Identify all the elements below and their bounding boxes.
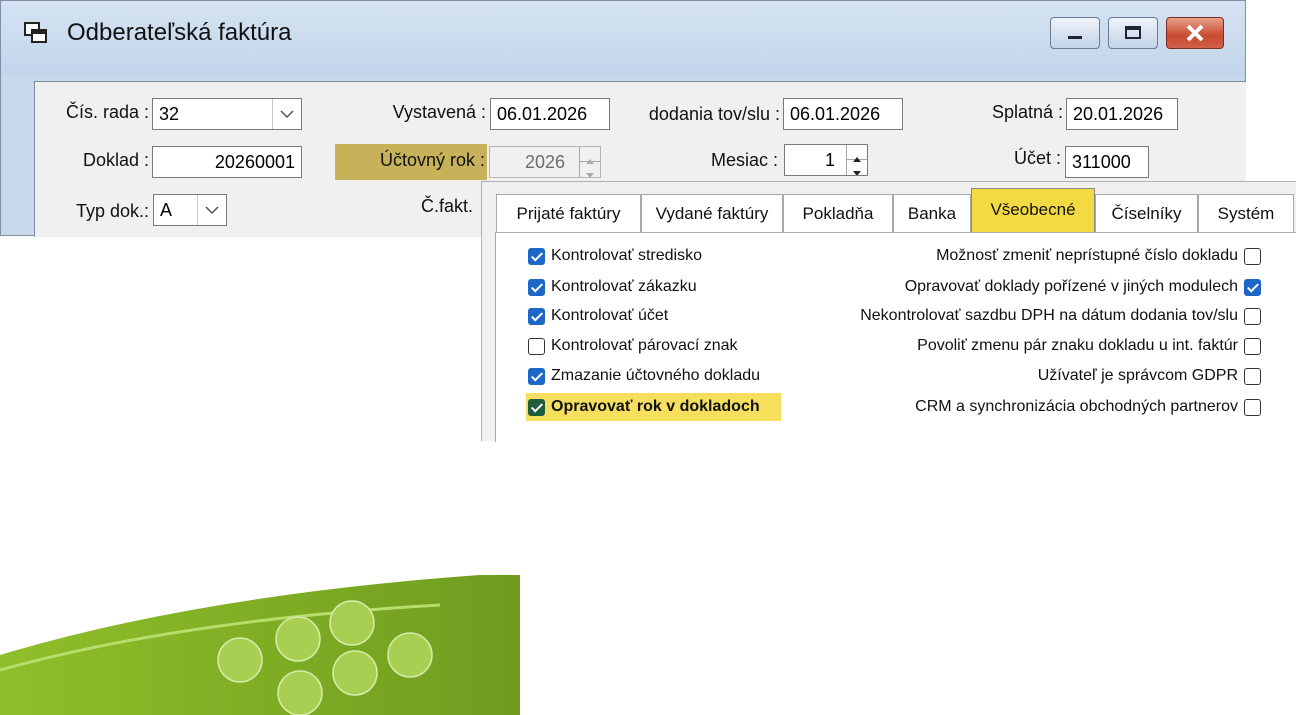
- tab-vseobecne[interactable]: Všeobecné: [971, 188, 1095, 233]
- typ-dok-label: Typ dok.:: [75, 201, 149, 221]
- spinner-arrows-icon[interactable]: [846, 145, 867, 175]
- typ-dok-select[interactable]: A: [153, 194, 227, 226]
- typ-dok-value: A: [160, 200, 173, 220]
- option-label: Opravovať rok v dokladoch: [551, 398, 760, 415]
- cis-rada-label: Čís. rada :: [65, 102, 149, 122]
- spinner-arrows-icon[interactable]: [579, 147, 600, 177]
- tab-prijate-faktury[interactable]: Prijaté faktúry: [496, 194, 641, 233]
- uctovny-rok-value: 2026: [524, 152, 566, 172]
- chevron-down-icon[interactable]: [272, 99, 301, 129]
- ucet-field[interactable]: 311000: [1065, 146, 1149, 178]
- checkbox-kontrolovat-stredisko[interactable]: [528, 248, 545, 265]
- close-button[interactable]: [1166, 17, 1224, 49]
- cis-rada-select[interactable]: 32: [152, 98, 302, 130]
- checkbox-zmenit-cislo-dokladu[interactable]: [1244, 248, 1261, 265]
- option-label: Kontrolovať párovací znak: [551, 337, 738, 354]
- checkbox-opravovat-doklady-jinych-modulech[interactable]: [1244, 279, 1261, 296]
- tab-pokladna[interactable]: Pokladňa: [783, 194, 893, 233]
- option-label: Kontrolovať účet: [551, 307, 669, 324]
- uctovny-rok-label: Účtovný rok :: [379, 150, 485, 170]
- dodania-field[interactable]: 06.01.2026: [783, 98, 903, 130]
- minimize-icon: [1068, 36, 1082, 39]
- vystavena-field[interactable]: 06.01.2026: [490, 98, 610, 130]
- maximize-icon: [1125, 26, 1141, 39]
- tab-vydane-faktury[interactable]: Vydané faktúry: [641, 194, 783, 233]
- splatna-field[interactable]: 20.01.2026: [1066, 98, 1178, 130]
- splatna-label: Splatná :: [991, 102, 1063, 122]
- checkbox-opravovat-rok[interactable]: [528, 399, 545, 416]
- checkbox-spravca-gdpr[interactable]: [1244, 368, 1261, 385]
- option-label: Opravovať doklady pořízené v jiných modu…: [904, 278, 1238, 295]
- checkbox-nekontrolovat-sadzbu-dph[interactable]: [1244, 308, 1261, 325]
- option-label: Možnosť zmeniť neprístupné číslo dokladu: [936, 247, 1238, 264]
- calculator-image: [0, 575, 520, 715]
- checkbox-povolit-zmenu-par-znaku[interactable]: [1244, 338, 1261, 355]
- option-label: Užívateľ je správcom GDPR: [1037, 367, 1238, 384]
- cis-rada-value: 32: [159, 104, 180, 124]
- option-label: Povoliť zmenu pár znaku dokladu u int. f…: [917, 337, 1238, 354]
- ucet-label: Účet :: [1013, 148, 1061, 168]
- close-icon: [1186, 24, 1204, 42]
- minimize-button[interactable]: [1050, 17, 1100, 49]
- checkbox-crm-synchronizacia[interactable]: [1244, 399, 1261, 416]
- maximize-button[interactable]: [1108, 17, 1158, 49]
- option-label: Kontrolovať stredisko: [551, 247, 702, 264]
- option-label: Kontrolovať zákazku: [551, 278, 697, 295]
- tab-ciselniky[interactable]: Číselníky: [1095, 194, 1198, 233]
- settings-dialog: Prijaté faktúry Vydané faktúry Pokladňa …: [481, 181, 1296, 442]
- option-label: CRM a synchronizácia obchodných partnero…: [915, 398, 1238, 415]
- chevron-down-icon[interactable]: [197, 195, 226, 225]
- doklad-label: Doklad :: [82, 150, 149, 170]
- tab-banka[interactable]: Banka: [893, 194, 971, 233]
- option-label: Zmazanie účtovného dokladu: [551, 367, 761, 384]
- c-fakt-label: Č.fakt.: [421, 196, 474, 216]
- checkbox-kontrolovat-ucet[interactable]: [528, 308, 545, 325]
- title-bar: Odberateľská faktúra: [1, 1, 1245, 76]
- option-label: Nekontrolovať sazdbu DPH na dátum dodani…: [860, 307, 1238, 324]
- checkbox-kontrolovat-zakazku[interactable]: [528, 279, 545, 296]
- window-title: Odberateľská faktúra: [67, 19, 292, 46]
- checkbox-zmazanie-uctovneho-dokladu[interactable]: [528, 368, 545, 385]
- dodania-label: dodania tov/slu :: [648, 104, 780, 124]
- vystavena-label: Vystavená :: [392, 102, 486, 122]
- doklad-field[interactable]: 20260001: [152, 146, 302, 178]
- tab-system[interactable]: Systém: [1198, 194, 1294, 233]
- mesiac-label: Mesiac :: [710, 150, 778, 170]
- mesiac-spinner[interactable]: 1: [784, 144, 868, 176]
- uctovny-rok-spinner[interactable]: 2026: [489, 146, 601, 178]
- mesiac-value: 1: [824, 150, 835, 170]
- app-windows-icon: [24, 22, 47, 43]
- checkbox-kontrolovat-parovaci-znak[interactable]: [528, 338, 545, 355]
